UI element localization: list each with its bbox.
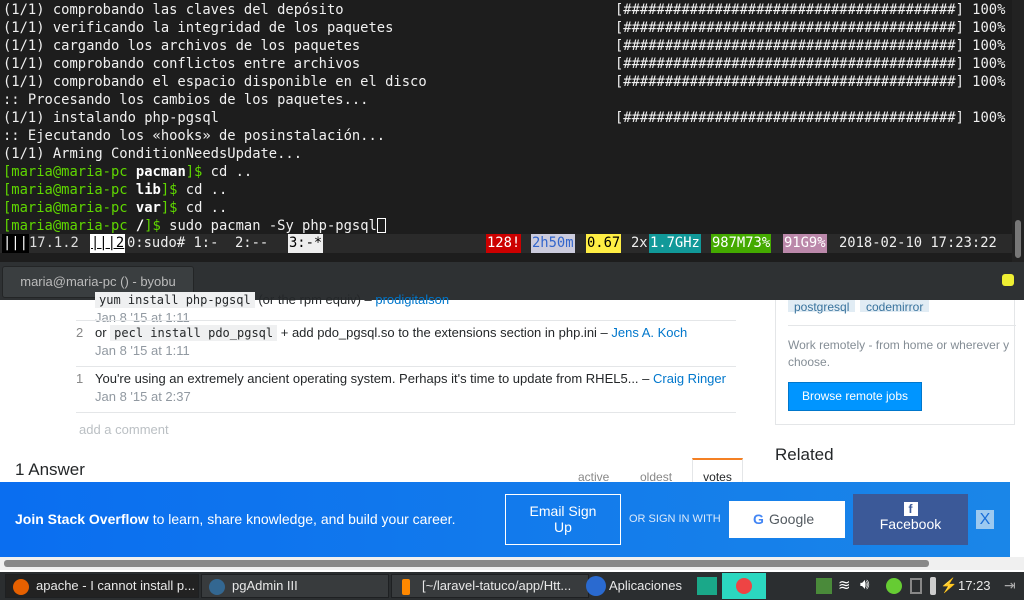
cursor	[376, 218, 386, 233]
windows-badge: |||2	[90, 234, 126, 253]
battery-icon[interactable]	[930, 577, 936, 595]
tag-codemirror[interactable]: codemirror	[860, 300, 930, 314]
tag-postgresql[interactable]: postgresql	[788, 300, 856, 314]
horizontal-scrollbar[interactable]	[0, 557, 1024, 570]
volume-icon[interactable]: 🔊︎	[860, 576, 869, 593]
related-heading: Related	[775, 445, 834, 464]
divider	[76, 412, 736, 413]
close-banner-button[interactable]: X	[976, 510, 994, 529]
terminal-prompt: [maria@maria-pc lib]$ cd ..	[3, 182, 228, 198]
load-average: 0.67	[586, 234, 622, 253]
facebook-signin-button[interactable]: f Facebook	[853, 494, 968, 545]
terminal-line: :: Ejecutando los «hooks» de posinstalac…	[3, 128, 386, 144]
add-comment-link[interactable]: add a comment	[79, 422, 169, 437]
notification-icon[interactable]	[1002, 274, 1014, 286]
apps-menu[interactable]: Aplicaciones	[609, 578, 682, 593]
comment: 1 You're using an extremely ancient opera…	[76, 366, 736, 412]
terminal-line: (1/1) cargando los archivos de los paque…	[3, 38, 361, 54]
comment-text: (or the rpm equiv) –	[254, 292, 376, 307]
signup-banner: Join Stack Overflow to learn, share know…	[0, 482, 1010, 557]
clock[interactable]: 17:23	[958, 578, 991, 593]
comment-text: You're using an extremely ancient operat…	[95, 371, 653, 386]
datetime: 2018-02-10 17:23:22	[839, 235, 997, 251]
comment-author-link[interactable]: Jens A. Koch	[611, 325, 687, 340]
sublime-icon	[402, 579, 410, 595]
task-firefox[interactable]: apache - I cannot install p...	[5, 574, 199, 598]
terminal-line: (1/1) instalando php-pgsql	[3, 110, 219, 126]
terminal-prompt: [maria@maria-pc var]$ cd ..	[3, 200, 228, 216]
byobu-logo: |||	[2, 234, 29, 253]
terminal-scrollbar[interactable]	[1012, 0, 1024, 262]
terminal-prompt: [maria@maria-pc /]$ sudo pacman -Sy php-…	[3, 217, 386, 235]
cpu-count: 2x	[631, 235, 648, 251]
task-sublime[interactable]: [~/laravel-tatuco/app/Htt...	[391, 574, 589, 598]
comment: 2 or pecl install pdo_pgsql + add pdo_pgs…	[76, 320, 736, 366]
terminal-launcher-icon[interactable]	[697, 577, 717, 595]
disk-usage: 91G9%	[783, 234, 827, 253]
progress-bar: [#######################################…	[615, 56, 1006, 72]
task-pgadmin[interactable]: pgAdmin III	[201, 574, 389, 598]
comment-votes: 1	[76, 371, 84, 386]
banner-text: Join Stack Overflow to learn, share know…	[15, 511, 456, 527]
browse-remote-jobs-button[interactable]: Browse remote jobs	[788, 382, 922, 411]
version: 17.1.2	[29, 235, 79, 251]
pgadmin-icon	[209, 579, 225, 595]
power-icon: ⚡	[940, 577, 958, 593]
progress-bar: [#######################################…	[615, 2, 1006, 18]
progress-bar: [#######################################…	[615, 20, 1006, 36]
terminal-line: (1/1) comprobando las claves del depósit…	[3, 2, 344, 18]
download-icon[interactable]	[816, 578, 832, 594]
terminal-line: (1/1) comprobando el espacio disponible …	[3, 74, 427, 90]
comment-date[interactable]: Jan 8 '15 at 2:37	[95, 389, 191, 404]
uptime: 2h50m	[531, 234, 575, 253]
wifi-icon[interactable]: ≋	[838, 576, 851, 594]
updates-count: 128!	[486, 234, 522, 253]
terminal-line: (1/1) comprobando conflictos entre archi…	[3, 56, 361, 72]
email-signup-button[interactable]: Email Sign Up	[505, 494, 621, 545]
remote-text-2: choose.	[788, 355, 831, 369]
terminal-line: (1/1) verificando la integridad de los p…	[3, 20, 394, 36]
firefox-launcher[interactable]	[722, 573, 766, 599]
active-window[interactable]: 3:-*	[288, 234, 324, 253]
remote-text: Work remotely - from home or wherever y	[788, 338, 1010, 352]
memory-usage: 987M73%	[711, 234, 772, 253]
code-snippet: yum install php-pgsql	[95, 292, 255, 308]
terminal-window[interactable]: (1/1) comprobando las claves del depósit…	[0, 0, 1012, 262]
system-taskbar: apache - I cannot install p... pgAdmin I…	[0, 572, 1024, 600]
google-signin-button[interactable]: G Google	[729, 501, 845, 538]
facebook-label: Facebook	[879, 516, 942, 532]
window-list[interactable]: 0:sudo# 1:- 2:--	[126, 234, 269, 253]
apps-menu-icon	[586, 576, 606, 596]
comment-date[interactable]: Jan 8 '15 at 1:11	[95, 343, 190, 358]
terminal-line: :: Procesando los cambios de los paquete…	[3, 92, 369, 108]
sort-tab-votes[interactable]: votes	[692, 458, 743, 484]
comment-text: or	[95, 325, 111, 340]
facebook-icon: f	[903, 502, 918, 516]
comment-author-link[interactable]: Craig Ringer	[653, 371, 726, 386]
logout-icon[interactable]: ⇥	[1004, 577, 1016, 594]
clipboard-icon[interactable]	[910, 578, 922, 594]
byobu-status-bar: ||| 17.1.2 |||2 0:sudo# 1:- 2:-- 3:-* 12…	[0, 234, 1012, 253]
firefox-icon	[736, 578, 752, 594]
comment-votes: 2	[76, 325, 84, 340]
progress-bar: [#######################################…	[615, 110, 1006, 126]
terminal-line: (1/1) Arming ConditionNeedsUpdate...	[3, 146, 303, 162]
answers-heading: 1 Answer	[15, 460, 85, 479]
firefox-icon	[13, 579, 29, 595]
or-sign-in-label: OR SIGN IN WITH	[629, 513, 721, 525]
remote-jobs-box: postgresql codemirror Work remotely - fr…	[775, 300, 1016, 425]
cpu-frequency: 1.7GHz	[649, 234, 701, 253]
code-snippet: pecl install pdo_pgsql	[110, 325, 278, 341]
update-icon[interactable]	[886, 578, 902, 594]
terminal-prompt: [maria@maria-pc pacman]$ cd ..	[3, 164, 253, 180]
comment-text: + add pdo_pgsql.so to the extensions sec…	[277, 325, 612, 340]
progress-bar: [#######################################…	[615, 38, 1006, 54]
comment-author-link[interactable]: prodigitalson	[375, 292, 449, 307]
progress-bar: [#######################################…	[615, 74, 1006, 90]
google-icon: G	[753, 511, 764, 527]
google-label: Google	[769, 511, 815, 527]
